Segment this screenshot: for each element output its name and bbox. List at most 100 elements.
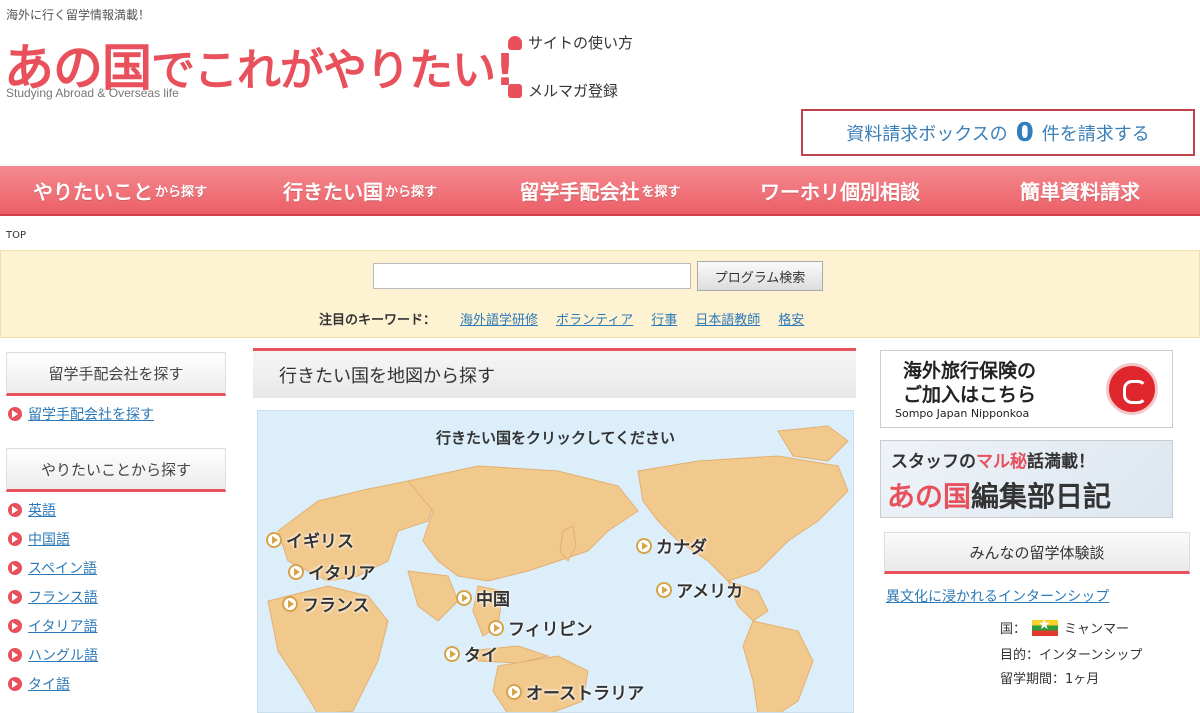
nav-item-country[interactable]: 行きたい国 から探す [240,166,480,214]
arrow-bullet-icon [8,590,22,604]
sidebar-heading-purpose: やりたいことから探す [6,448,226,492]
program-search-button[interactable]: プログラム検索 [697,261,823,291]
editorial-diary-banner[interactable]: スタッフのマル秘話満載！ あの国編集部日記 [880,440,1173,518]
nav-label: 留学手配会社 [519,179,640,204]
insurance-banner-text: 海外旅行保険の ご加入はこちら [903,359,1036,407]
myanmar-flag-icon [1032,617,1059,636]
country-label: タイ [464,646,498,666]
diary-pre: スタッフの [891,452,976,472]
arrow-bullet-icon [8,648,22,662]
nav-item-agency[interactable]: 留学手配会社 を探す [480,166,720,214]
pin-icon [656,581,672,598]
country-link-china[interactable]: 中国 [456,585,510,610]
pin-icon [282,595,298,612]
experience-purpose: 目的：インターンシップ [1000,648,1143,663]
world-map: 行きたい国をクリックしてください イギリス イタリア フランス 中国 フィリピン… [257,410,854,713]
experience-heading: みんなの留学体験談 [884,532,1190,574]
list-item[interactable]: イタリア語 [8,616,98,636]
keyword-link[interactable]: ボランティア [556,309,633,328]
arrow-bullet-icon [8,407,22,421]
list-item-label: 英語 [28,503,56,519]
country-link-france[interactable]: フランス [282,591,370,616]
list-item[interactable]: タイ語 [8,674,98,694]
list-item[interactable]: 中国語 [8,529,98,549]
logo-rest-text: でこれがやりたい! [151,45,515,96]
keyword-link[interactable]: 格安 [778,309,804,328]
arrow-bullet-icon [8,677,22,691]
insurance-line2: ご加入はこちら [903,384,1037,406]
pin-icon [288,563,304,580]
country-link-usa[interactable]: アメリカ [656,577,743,602]
nav-item-workholiday[interactable]: ワーホリ個別相談 [720,166,960,214]
pin-icon [266,531,282,548]
insurance-brand: Sompo Japan Nipponkoa [895,407,1030,420]
country-label: 中国 [476,590,510,610]
insurance-banner[interactable]: 海外旅行保険の ご加入はこちら Sompo Japan Nipponkoa [880,350,1173,428]
site-usage-link[interactable]: サイトの使い方 [508,32,633,53]
sidebar-heading-agency: 留学手配会社を探す [6,352,226,396]
request-suffix: 件を請求する [1041,123,1150,145]
list-item[interactable]: スペイン語 [8,558,98,578]
keyword-link[interactable]: 日本語教師 [695,309,760,328]
country-link-australia[interactable]: オーストラリア [506,679,644,704]
request-box-button[interactable]: 資料請求ボックスの 0 件を請求する [801,109,1195,156]
map-instruction: 行きたい国をクリックしてください [435,429,676,447]
list-item-label: スペイン語 [28,561,98,577]
diary-red: マル秘 [976,452,1027,472]
sompo-logo-icon [1106,363,1158,415]
country-label: オーストラリア [526,684,645,704]
keyword-link[interactable]: 海外語学研修 [460,309,538,328]
country-link-philippines[interactable]: フィリピン [488,615,593,640]
keyword-link[interactable]: 行事 [651,309,677,328]
country-label: イギリス [286,532,354,552]
keyword-label: 注目のキーワード： [319,313,437,328]
diary-title-dark: 編集部日記 [971,480,1112,513]
experience-link[interactable]: 異文化に浸かれるインターンシップ [886,586,1109,606]
sidebar-agency-link[interactable]: 留学手配会社を探す [8,404,154,424]
country-label: イタリア [308,564,376,584]
arrow-bullet-icon [8,619,22,633]
list-item[interactable]: 英語 [8,500,98,520]
info-icon [508,35,522,50]
country-link-canada[interactable]: カナダ [636,533,707,558]
insurance-line1: 海外旅行保険の [903,360,1037,382]
arrow-bullet-icon [8,503,22,517]
experience-period: 留学期間：1ヶ月 [1000,672,1100,687]
pin-icon [488,619,504,636]
country-label: フィリピン [508,620,593,640]
list-item-label: イタリア語 [28,619,98,635]
nav-sublabel: から探す [384,184,437,200]
diary-banner-top: スタッフのマル秘話満載！ [891,447,1095,472]
mailmag-label: メルマガ登録 [528,82,619,100]
mailmag-link[interactable]: メルマガ登録 [508,80,618,101]
nav-sublabel: から探す [154,184,207,200]
map-section-heading: 行きたい国を地図から探す [253,348,856,398]
site-tagline: 海外に行く留学情報満載！ [6,8,151,22]
keyword-row: 注目のキーワード： 海外語学研修 ボランティア 行事 日本語教師 格安 [319,309,804,328]
nav-label: ワーホリ個別相談 [760,179,920,204]
nav-label: やりたいこと [32,179,153,204]
list-item-label: ハングル語 [28,648,98,664]
program-search-input[interactable] [373,263,691,289]
list-item-label: タイ語 [28,677,70,693]
pin-icon [444,645,460,662]
list-item[interactable]: フランス語 [8,587,98,607]
arrow-bullet-icon [8,532,22,546]
experience-country: 国： ミャンマー [1000,617,1129,638]
breadcrumb[interactable]: TOP [6,230,26,241]
nav-item-request[interactable]: 簡単資料請求 [960,166,1200,214]
nav-item-purpose[interactable]: やりたいこと から探す [0,166,240,214]
country-label: アメリカ [676,582,744,602]
country-link-italy[interactable]: イタリア [288,559,375,584]
arrow-bullet-icon [8,561,22,575]
list-item-label: 中国語 [28,532,70,548]
country-link-thailand[interactable]: タイ [444,641,498,666]
list-item[interactable]: ハングル語 [8,645,98,665]
mail-icon [508,83,522,98]
sidebar-link-label: 留学手配会社を探す [28,407,154,423]
country-link-uk[interactable]: イギリス [266,527,354,552]
country-label: フランス [302,596,370,616]
diary-title-red: あの国 [887,480,972,513]
diary-post: 話満載！ [1027,452,1095,472]
pin-icon [456,589,472,606]
